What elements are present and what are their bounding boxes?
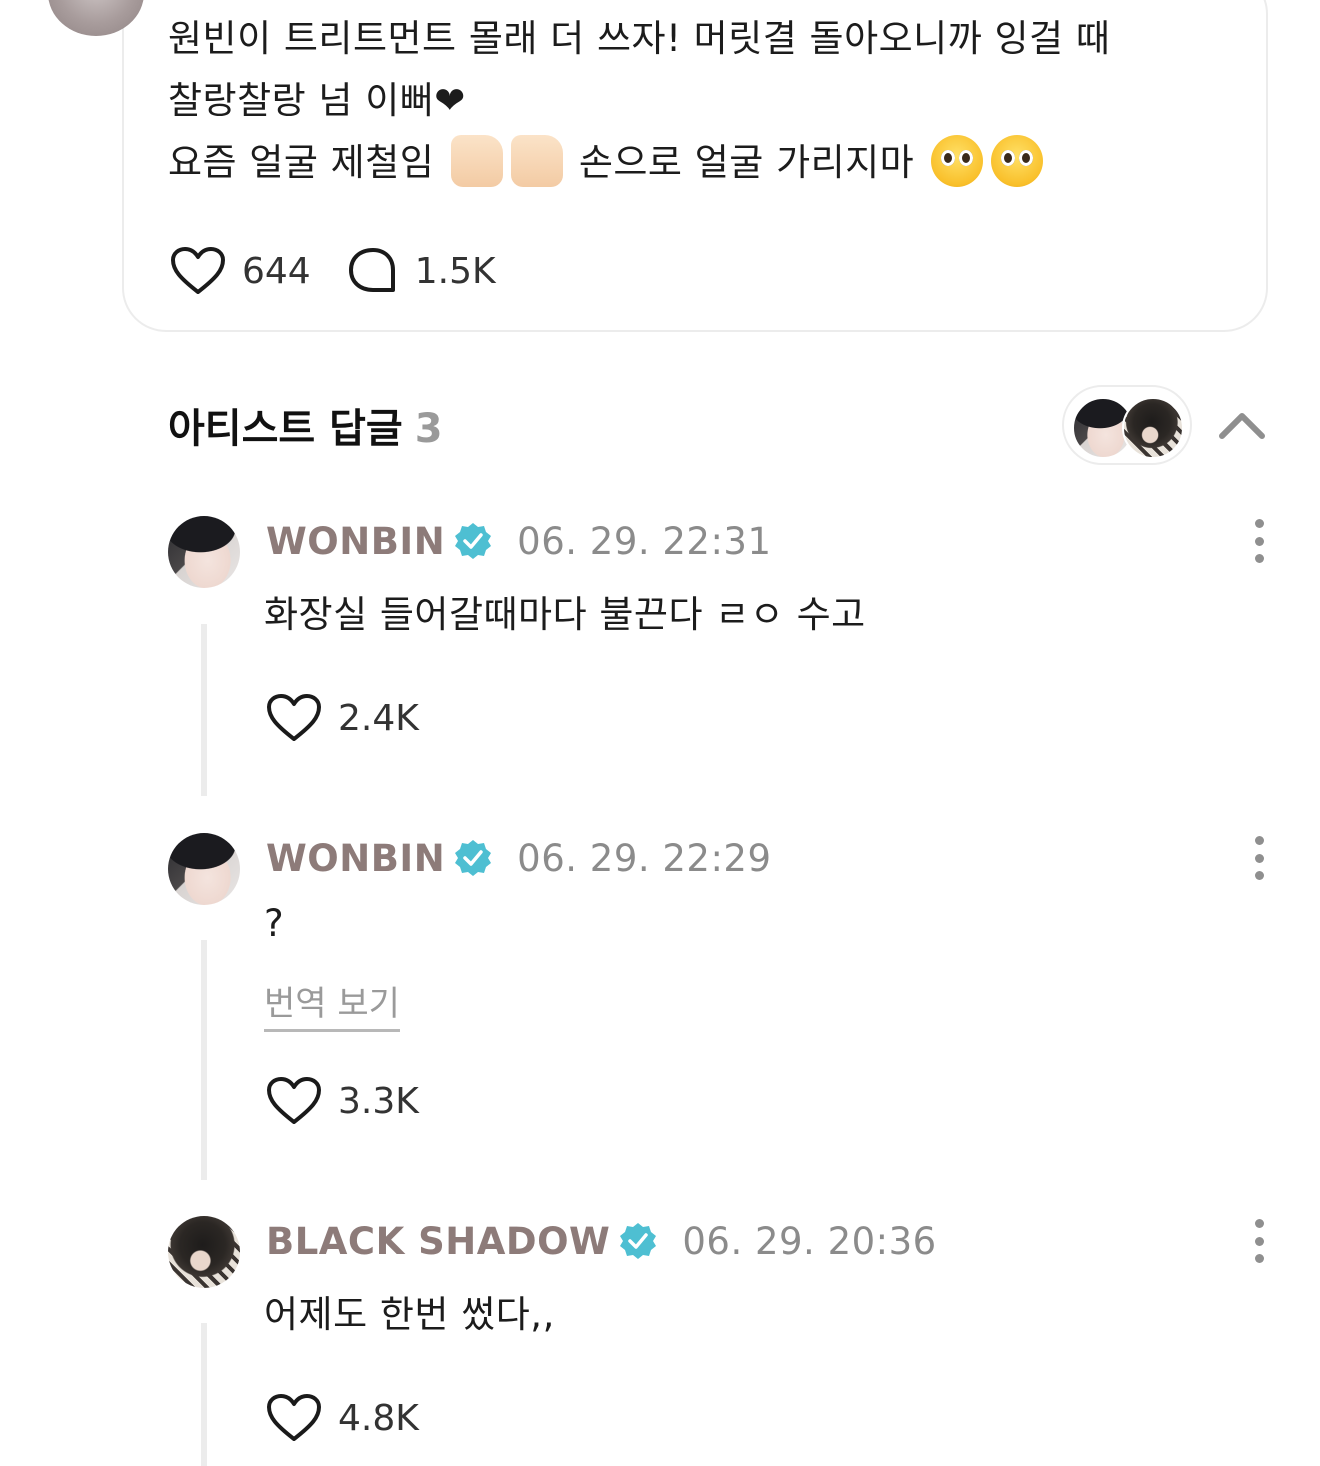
like-button[interactable] bbox=[170, 246, 226, 296]
thread-line bbox=[201, 1323, 207, 1466]
pleading-face-icon bbox=[990, 134, 1043, 187]
post-comment-count: 1.5K bbox=[414, 250, 496, 292]
post-like-count: 644 bbox=[242, 250, 311, 292]
thumbs-up-icon bbox=[510, 134, 563, 187]
post-line-3: 요즘 얼굴 제철임 손으로 얼굴 가리지마 bbox=[168, 132, 1228, 194]
verified-badge-icon bbox=[455, 523, 492, 559]
translate-link[interactable]: 번역 보기 bbox=[264, 976, 400, 1032]
post-line-2: 찰랑찰랑 넘 이뻐❤ bbox=[168, 79, 466, 122]
heart-icon[interactable] bbox=[266, 1393, 322, 1443]
reply-like-row: 4.8K bbox=[266, 1390, 419, 1446]
pleading-face-icon bbox=[930, 134, 983, 187]
reply-like-row: 3.3K bbox=[266, 1073, 419, 1129]
heart-icon[interactable] bbox=[266, 693, 322, 743]
more-vertical-icon bbox=[1254, 1219, 1264, 1228]
reply-header: BLACK SHADOW 06. 29. 20:36 bbox=[266, 1218, 937, 1264]
avatar[interactable] bbox=[168, 833, 240, 905]
post-body: 원빈이 트리트먼트 몰래 더 쓰자! 머릿결 돌아오니까 잉걸 때 찰랑찰랑 넘… bbox=[168, 8, 1228, 194]
verified-badge-icon bbox=[620, 1223, 657, 1259]
reply-header: WONBIN 06. 29. 22:29 bbox=[266, 835, 772, 881]
reply-like-count: 3.3K bbox=[338, 1080, 419, 1122]
post-line-3-text: 요즘 얼굴 제철임 bbox=[168, 141, 435, 184]
collapse-button[interactable] bbox=[1216, 402, 1268, 446]
thumbs-up-icon bbox=[450, 134, 503, 187]
more-options-button[interactable] bbox=[1253, 1219, 1265, 1263]
reply-like-count: 2.4K bbox=[338, 697, 419, 739]
more-vertical-icon bbox=[1254, 519, 1264, 528]
reply-author-name[interactable]: WONBIN bbox=[266, 837, 445, 880]
more-options-button[interactable] bbox=[1253, 519, 1265, 563]
reply-like-count: 4.8K bbox=[338, 1397, 419, 1439]
reply-like-row: 2.4K bbox=[266, 690, 419, 746]
reply-text: ? bbox=[264, 902, 285, 945]
comment-button[interactable] bbox=[347, 246, 399, 296]
comment-bubble-icon[interactable] bbox=[347, 246, 399, 296]
more-vertical-icon bbox=[1254, 836, 1264, 845]
post-line-1: 원빈이 트리트먼트 몰래 더 쓰자! 머릿결 돌아오니까 잉걸 때 bbox=[168, 17, 1111, 60]
heart-icon[interactable] bbox=[266, 1076, 322, 1126]
verified-badge-icon bbox=[455, 840, 492, 876]
reply-author-name[interactable]: BLACK SHADOW bbox=[266, 1220, 610, 1263]
post-actions: 644 1.5K bbox=[170, 246, 532, 296]
more-options-button[interactable] bbox=[1253, 836, 1265, 880]
reply-timestamp: 06. 29. 22:29 bbox=[517, 836, 772, 880]
thread-line bbox=[201, 624, 207, 796]
artist-avatar-stack[interactable] bbox=[1062, 385, 1192, 465]
avatar[interactable] bbox=[168, 516, 240, 588]
reply-text: 어제도 한번 썼다,, bbox=[264, 1293, 555, 1336]
avatar[interactable] bbox=[168, 1216, 240, 1288]
artist-replies-title: 아티스트 답글 bbox=[168, 406, 403, 452]
artist-replies-count: 3 bbox=[414, 406, 443, 452]
reply-header: WONBIN 06. 29. 22:31 bbox=[266, 518, 772, 564]
chevron-up-icon[interactable] bbox=[1216, 402, 1268, 446]
reply-text: 화장실 들어갈때마다 불끈다 ㄹㅇ 수고 bbox=[264, 593, 866, 636]
avatar bbox=[1122, 397, 1184, 459]
reply-timestamp: 06. 29. 22:31 bbox=[517, 519, 772, 563]
artist-replies-header: 아티스트 답글 3 bbox=[168, 396, 443, 454]
post-line-3-tail: 손으로 얼굴 가리지마 bbox=[578, 141, 915, 184]
reply-author-name[interactable]: WONBIN bbox=[266, 520, 445, 563]
heart-icon[interactable] bbox=[170, 246, 226, 296]
reply-timestamp: 06. 29. 20:36 bbox=[682, 1219, 937, 1263]
thread-line bbox=[201, 940, 207, 1180]
